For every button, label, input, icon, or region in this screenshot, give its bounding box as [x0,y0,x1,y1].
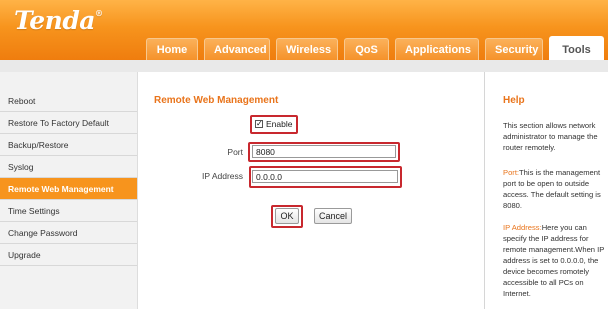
help-ip-section: IP Address:Here you can specify the IP a… [503,222,605,299]
tab-advanced[interactable]: Advanced [204,38,270,60]
sidebar-item-upgrade[interactable]: Upgrade [0,244,137,266]
page-title: Remote Web Management [154,95,279,106]
enable-label: Enable [266,119,293,129]
tab-tools[interactable]: Tools [549,36,604,60]
port-label: Port [227,147,243,157]
tab-home[interactable]: Home [146,38,198,60]
sidebar-item-syslog[interactable]: Syslog [0,156,137,178]
sidebar-item-change-password[interactable]: Change Password [0,222,137,244]
help-ip-term: IP Address: [503,223,542,232]
header-divider-strip [0,60,608,72]
brand-name: Tenda [14,6,96,35]
ip-address-label: IP Address [202,171,243,181]
sidebar-item-time-settings[interactable]: Time Settings [0,200,137,222]
tab-qos[interactable]: QoS [344,38,389,60]
help-port-term: Port: [503,168,520,177]
header-bar: Tenda® Home Advanced Wireless QoS Applic… [0,0,608,60]
help-panel: Help This section allows network adminis… [484,72,608,309]
sidebar-item-reboot[interactable]: Reboot [0,90,137,112]
help-ip-text: Here you can specify the IP address for … [503,223,605,298]
sidebar: Reboot Restore To Factory Default Backup… [0,72,138,309]
sidebar-item-restore-factory-default[interactable]: Restore To Factory Default [0,112,137,134]
ok-button[interactable]: OK [275,208,299,224]
registered-mark: ® [95,8,103,18]
port-input[interactable] [252,145,396,158]
sidebar-item-remote-web-management[interactable]: Remote Web Management [0,178,137,200]
tab-wireless[interactable]: Wireless [276,38,338,60]
enable-checkbox[interactable]: ✓ [255,120,263,128]
help-intro: This section allows network administrato… [503,121,598,152]
help-title: Help [503,95,525,106]
tab-security[interactable]: Security [485,38,543,60]
cancel-button[interactable]: Cancel [314,208,352,224]
help-port-section: Port:This is the management port to be o… [503,167,605,211]
ip-address-input[interactable] [252,170,398,183]
main-nav-tabs: Home Advanced Wireless QoS Applications … [146,36,604,60]
tenda-logo: Tenda® [14,6,103,35]
main-panel: Remote Web Management ✓ Enable Port IP A… [138,72,484,309]
sidebar-item-backup-restore[interactable]: Backup/Restore [0,134,137,156]
tab-applications[interactable]: Applications [395,38,479,60]
